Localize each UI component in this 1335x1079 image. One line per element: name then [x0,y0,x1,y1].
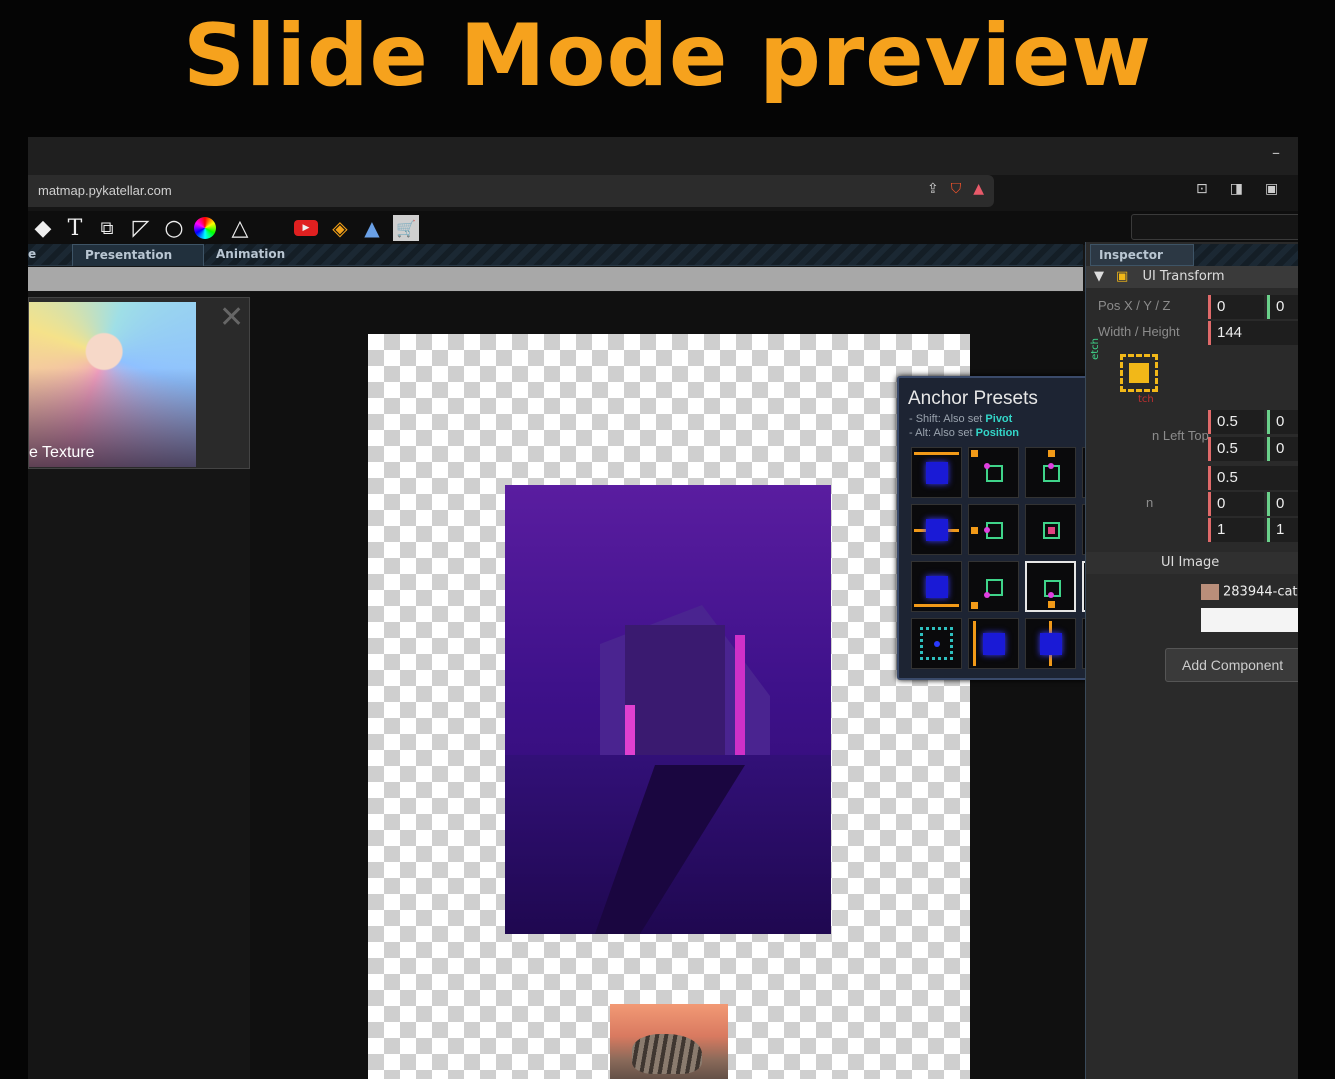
title-bar: – [28,137,1298,175]
anchor-max-x[interactable]: 0.5 [1208,437,1264,461]
inspector-panel: Inspector ▼ ▣ UI Transform Pos X / Y / Z … [1085,242,1298,1079]
minimize-button[interactable]: – [1272,143,1280,162]
texture-panel[interactable]: ✕ e Texture [28,297,250,469]
triangle-icon[interactable]: △ [227,215,253,241]
tab-search-icon[interactable]: ⊡ [1196,181,1208,197]
tab-presentation[interactable]: Presentation [72,244,204,266]
url-text[interactable]: matmap.pykatellar.com [38,183,172,198]
image-thumb-icon [1201,584,1219,600]
cat-image[interactable] [610,1004,728,1079]
rotation-label: n [1146,495,1154,510]
anchor-middle-left[interactable] [968,504,1019,555]
scale-x[interactable]: 1 [1208,518,1264,542]
stretch-label-2: tch [1138,394,1154,405]
anchor-bottom-left[interactable] [968,561,1019,612]
pos-y-field[interactable]: 0 [1267,295,1298,319]
tab-strip: e Presentation Animation [28,244,1083,266]
anchor-left-stretch[interactable] [968,618,1019,669]
search-input[interactable] [1131,214,1298,240]
rect-transform-icon: ▣ [1116,269,1129,284]
anchor-middle-stretch[interactable] [911,504,962,555]
ui-image-label: UI Image [1161,555,1220,570]
address-bar[interactable]: matmap.pykatellar.com ⇪ ⛉ ▲ [28,175,994,207]
anchor-top-stretch[interactable] [911,447,962,498]
hint-pivot: Pivot [985,413,1013,425]
width-field[interactable]: 144 [1208,321,1298,345]
tab-prev[interactable]: e [28,244,48,266]
browser-window: – matmap.pykatellar.com ⇪ ⛉ ▲ ⊡ ◨ ▣ ◆ T … [28,137,1298,1079]
collapse-icon[interactable]: ▼ [1094,269,1104,284]
shapes-icon[interactable]: ⧉ [94,215,120,241]
color-wheel-icon[interactable] [194,217,216,239]
circle-icon[interactable]: ○ [161,215,187,241]
texture-label: e Texture [29,444,95,461]
timeline-bar [28,267,1083,291]
anchor-full-stretch[interactable] [911,618,962,669]
stretch-label: etch [1090,338,1101,360]
color-field[interactable] [1201,608,1298,632]
graduation-icon[interactable]: ▲ [359,215,385,241]
anchor-center-stretch[interactable] [1025,618,1076,669]
image-name: 283944-cat [1223,584,1298,600]
image-source-field[interactable]: 283944-cat [1201,584,1298,604]
pos-x-field[interactable]: 0 [1208,295,1264,319]
anchor-bottom-stretch[interactable] [911,561,962,612]
anchor-presets-title: Anchor Presets [908,388,1038,409]
slide-page[interactable] [368,334,970,1079]
ui-image-header[interactable]: UI Image [1086,552,1298,574]
scale-y[interactable]: 1 [1267,518,1298,542]
building-image[interactable] [505,485,831,934]
anchor-presets-button[interactable] [1120,354,1158,392]
tab-animation[interactable]: Animation [204,244,297,266]
ui-transform-header[interactable]: ▼ ▣ UI Transform [1086,266,1298,288]
hint-position: Position [975,427,1020,439]
add-component-button[interactable]: Add Component [1165,648,1298,682]
anchor-min-x[interactable]: 0.5 [1208,410,1264,434]
brave-shield-icon[interactable]: ⛉ [951,181,962,197]
texture-thumbnail[interactable] [29,302,196,467]
line-icon[interactable]: ◸ [128,215,154,241]
tab-inspector[interactable]: Inspector [1090,244,1194,266]
hint-alt: - Alt: Also set [909,427,976,439]
pos-label: Pos X / Y / Z [1098,298,1171,313]
rotation-y[interactable]: 0 [1267,492,1298,516]
gem-icon[interactable]: ◈ [327,215,353,241]
anchor-top-left[interactable] [968,447,1019,498]
anchor-min-y[interactable]: 0 [1267,410,1298,434]
sidebar-icon[interactable]: ◨ [1230,181,1243,197]
headline: Slide Mode preview [183,6,1152,106]
wallet-icon[interactable]: ▣ [1265,181,1278,197]
anchor-left-top-label: n Left Top [1152,428,1209,443]
cart-icon[interactable]: 🛒 [393,215,419,241]
rotation-x[interactable]: 0 [1208,492,1264,516]
anchor-top-center[interactable] [1025,447,1076,498]
width-height-label: Width / Height [1098,324,1180,339]
tool-bar: ◆ T ⧉ ◸ ○ △ ▶ ◈ ▲ 🛒 [28,211,1298,245]
anchor-middle-center[interactable] [1025,504,1076,555]
anchor-max-y[interactable]: 0 [1267,437,1298,461]
ui-transform-label: UI Transform [1142,269,1225,284]
share-icon[interactable]: ⇪ [927,181,939,197]
rewards-icon[interactable]: ▲ [973,181,984,197]
hint-shift: - Shift: Also set [909,413,986,425]
text-icon[interactable]: T [62,215,88,241]
anchor-bottom-center[interactable] [1025,561,1076,612]
close-icon[interactable]: ✕ [219,300,244,335]
eraser-icon[interactable]: ◆ [30,215,56,241]
youtube-icon[interactable]: ▶ [294,220,318,236]
pivot-field[interactable]: 0.5 [1208,466,1298,490]
